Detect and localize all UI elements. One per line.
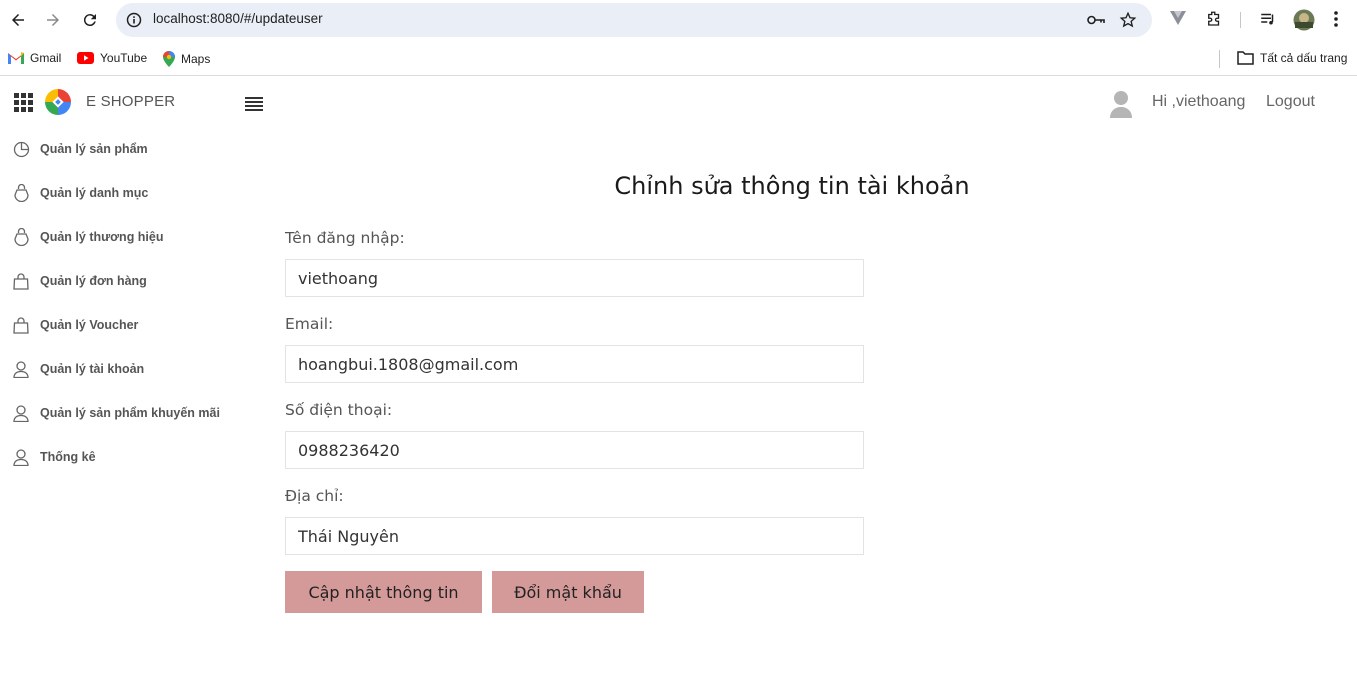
sidebar-item-accounts[interactable]: Quản lý tài khoản [12, 357, 242, 381]
sidebar-item-categories[interactable]: Quản lý danh mục [12, 181, 242, 205]
user-avatar-icon [1109, 90, 1133, 122]
bookmark-youtube[interactable]: YouTube [77, 51, 147, 65]
sidebar-item-label: Quản lý thương hiệu [40, 230, 164, 244]
star-icon[interactable] [1119, 11, 1137, 33]
url-text[interactable]: localhost:8080/#/updateuser [153, 11, 323, 26]
reload-button[interactable] [77, 7, 103, 33]
maps-icon [163, 51, 175, 67]
reload-icon [83, 14, 96, 27]
user-icon [12, 360, 30, 378]
phone-field[interactable] [285, 431, 864, 469]
bookmarks-bar: Gmail YouTube Maps Tất cả dấu trang [0, 42, 1357, 76]
email-field[interactable] [285, 345, 864, 383]
user-icon [12, 404, 30, 422]
hamburger-menu-icon[interactable] [245, 96, 263, 115]
forward-button[interactable] [40, 7, 66, 33]
user-icon [12, 448, 30, 466]
key-icon[interactable] [1086, 11, 1106, 33]
address-field[interactable] [285, 517, 864, 555]
page-title: Chỉnh sửa thông tin tài khoản [614, 172, 970, 200]
username-label: Tên đăng nhập: [285, 229, 405, 247]
sidebar-item-label: Quản lý danh mục [40, 186, 149, 200]
arrow-right-icon [47, 14, 59, 26]
user-greeting: Hi ,viethoang [1152, 93, 1246, 110]
profile-avatar[interactable] [1293, 9, 1315, 35]
sidebar-item-label: Quản lý tài khoản [40, 362, 145, 376]
app-header: E SHOPPER Hi ,viethoang Logout [0, 78, 1357, 126]
bag-icon [12, 228, 30, 246]
youtube-icon [77, 52, 94, 64]
browser-toolbar: localhost:8080/#/updateuser [0, 0, 1357, 42]
sidebar-item-orders[interactable]: Quản lý đơn hàng [12, 269, 242, 293]
bag-icon [12, 184, 30, 202]
toolbar-divider [1240, 12, 1241, 28]
bookmark-gmail[interactable]: Gmail [8, 51, 61, 65]
back-button[interactable] [5, 7, 31, 33]
logout-link[interactable]: Logout [1266, 93, 1315, 111]
sidebar-item-label: Quản lý Voucher [40, 318, 139, 332]
kebab-menu-icon[interactable] [1333, 10, 1339, 32]
gmail-icon [8, 52, 24, 64]
email-label: Email: [285, 315, 334, 333]
info-icon[interactable] [126, 12, 142, 32]
username-field[interactable] [285, 259, 864, 297]
update-info-button[interactable]: Cập nhật thông tin [285, 571, 482, 613]
change-password-button[interactable]: Đổi mật khẩu [492, 571, 644, 613]
all-bookmarks-folder[interactable]: Tất cả dấu trang [1237, 51, 1347, 65]
arrow-left-icon [12, 14, 24, 26]
vuejs-devtools-icon[interactable] [1169, 10, 1187, 30]
phone-label: Số điện thoại: [285, 401, 393, 419]
sidebar-item-label: Quản lý đơn hàng [40, 274, 147, 288]
sidebar-item-voucher[interactable]: Quản lý Voucher [12, 313, 242, 337]
sidebar-item-label: Quản lý sản phẩm khuyến mãi [40, 406, 220, 420]
apps-grid-icon[interactable] [14, 93, 33, 116]
address-bar[interactable]: localhost:8080/#/updateuser [116, 3, 1152, 37]
sidebar-item-promotions[interactable]: Quản lý sản phẩm khuyến mãi [12, 401, 242, 425]
address-label: Địa chỉ: [285, 487, 344, 505]
sidebar-item-products[interactable]: Quản lý sản phẩm [12, 137, 242, 161]
pie-chart-icon [12, 140, 30, 158]
sidebar-item-statistics[interactable]: Thống kê [12, 445, 242, 469]
sidebar-item-label: Quản lý sản phẩm [40, 142, 148, 156]
brand-name[interactable]: E SHOPPER [86, 93, 175, 110]
media-control-icon[interactable] [1259, 10, 1277, 32]
shopping-bag-icon [12, 272, 30, 290]
shopping-bag-icon [12, 316, 30, 334]
extensions-icon[interactable] [1205, 10, 1223, 32]
bookmark-maps[interactable]: Maps [163, 51, 210, 67]
sidebar-item-label: Thống kê [40, 450, 96, 464]
bookmarks-divider [1219, 50, 1220, 68]
shop-logo-icon[interactable] [45, 89, 71, 119]
folder-icon [1237, 51, 1254, 65]
sidebar-item-brands[interactable]: Quản lý thương hiệu [12, 225, 242, 249]
